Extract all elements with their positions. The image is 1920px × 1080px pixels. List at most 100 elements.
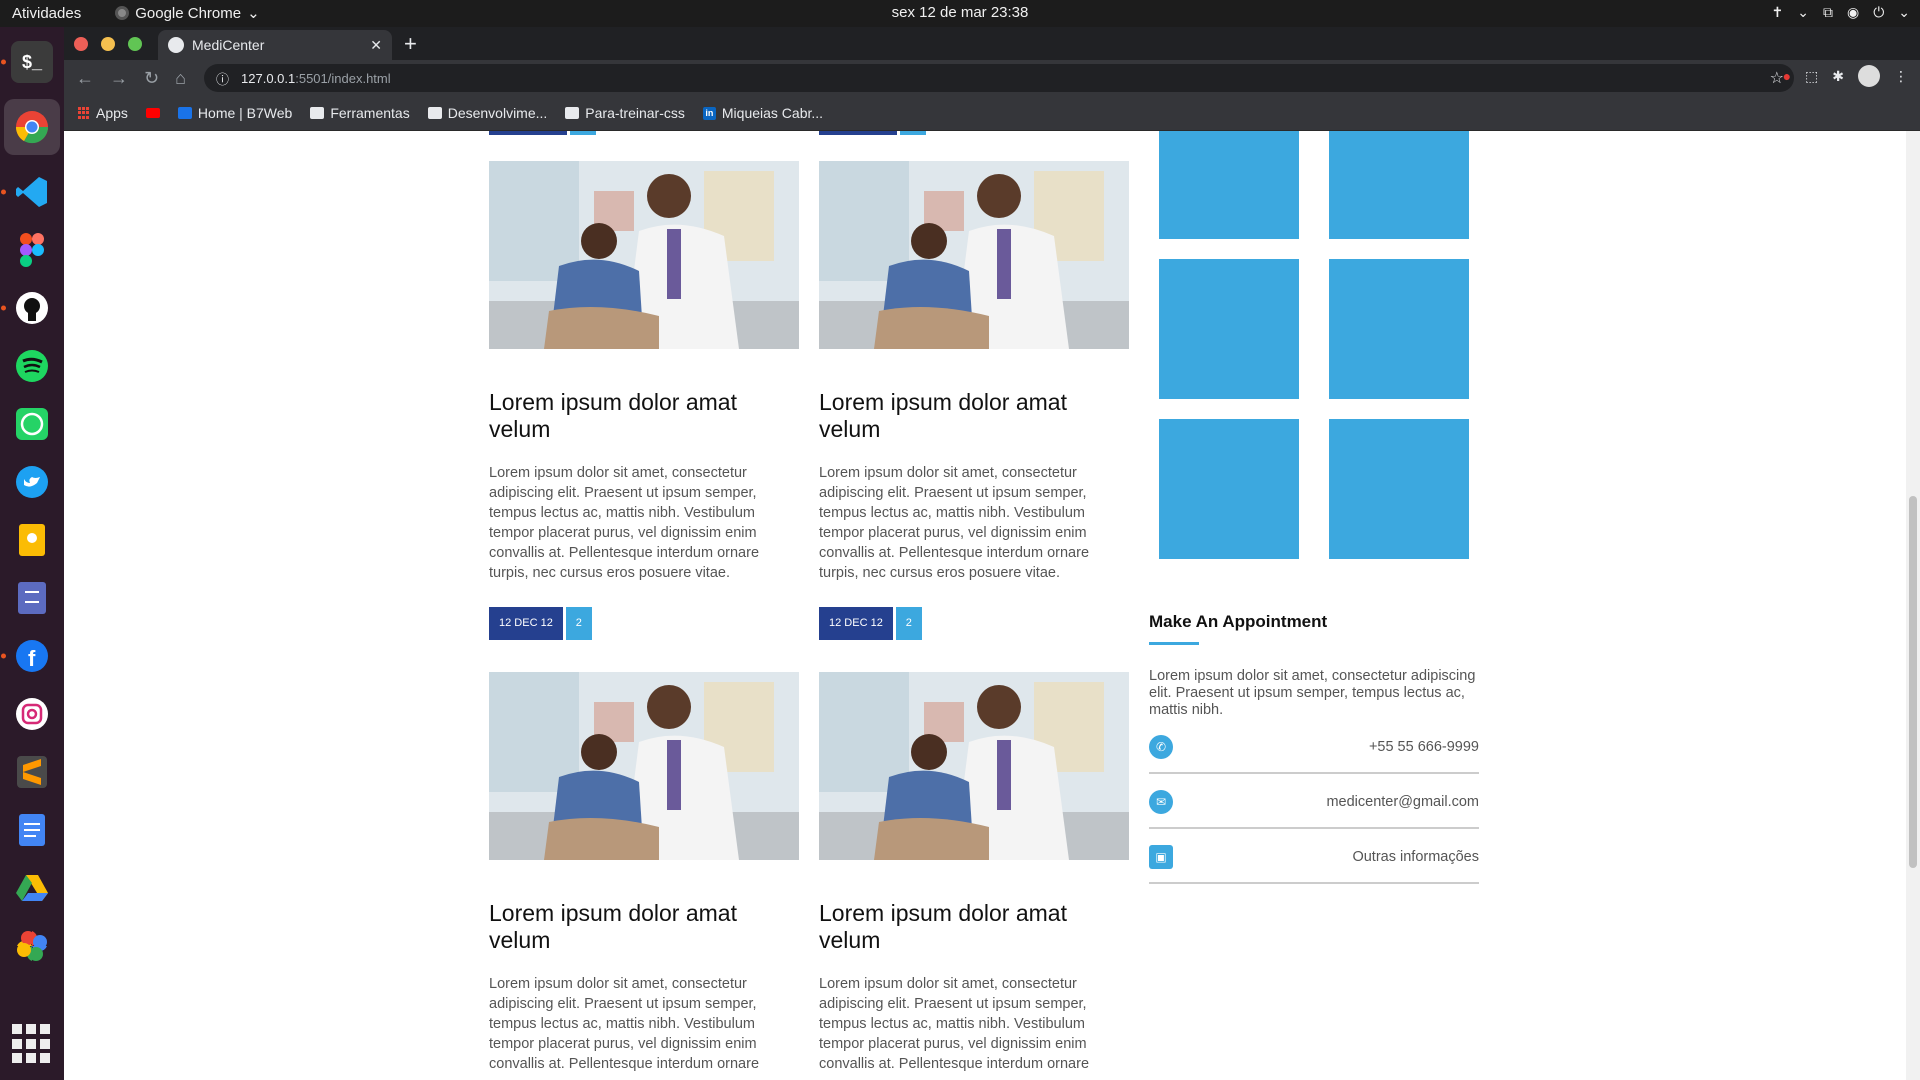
new-tab-button[interactable]: +	[404, 31, 417, 57]
blog-post: Lorem ipsum dolor amat velum Lorem ipsum…	[819, 161, 1129, 641]
extensions-area: ● ⬚ ✱ ⋮	[1783, 65, 1908, 87]
appointment-title: Make An Appointment	[1149, 612, 1328, 631]
spotify-icon[interactable]	[11, 345, 53, 387]
twitter-icon[interactable]	[11, 461, 53, 503]
dock: $_ f	[0, 27, 64, 1080]
drive-icon[interactable]	[11, 867, 53, 909]
figma-icon[interactable]	[11, 229, 53, 271]
bookmark-linkedin[interactable]: in Miqueias Cabr...	[702, 105, 823, 121]
photos-icon[interactable]	[11, 925, 53, 967]
phone-icon: ✆	[1149, 735, 1173, 759]
sublime-icon[interactable]	[11, 751, 53, 793]
comment-count-badge[interactable]: 2	[895, 607, 922, 640]
extension-icon[interactable]: ●	[1783, 68, 1791, 87]
tab-medicenter[interactable]: MediCenter ✕	[158, 30, 392, 60]
home-icon[interactable]: ⌂	[175, 68, 186, 89]
close-window-button[interactable]	[74, 37, 88, 51]
phone-number: +55 55 666-9999	[1368, 739, 1479, 755]
bookmark-desenvolvimento[interactable]: Desenvolvime...	[427, 105, 547, 121]
doctor-patient-photo[interactable]	[819, 161, 1129, 349]
forward-icon[interactable]: →	[110, 68, 128, 89]
show-applications-icon[interactable]	[12, 1024, 52, 1064]
system-tray[interactable]: ✝ ⌄ ⧉ ◉ ⏻ ⌄	[1772, 4, 1911, 21]
doctor-patient-photo[interactable]	[489, 672, 799, 860]
globe-icon	[168, 37, 184, 53]
vscode-icon[interactable]	[1, 171, 53, 213]
page-scrollbar[interactable]	[1906, 131, 1920, 1080]
minimize-window-button[interactable]	[101, 37, 115, 51]
post-title[interactable]: Lorem ipsum dolor amat velum	[489, 900, 799, 954]
volume-icon[interactable]: ◉	[1847, 4, 1859, 21]
close-icon[interactable]: ✕	[370, 37, 382, 54]
maximize-window-button[interactable]	[128, 37, 142, 51]
briefcase-icon: ▣	[1149, 845, 1173, 869]
post-excerpt: Lorem ipsum dolor sit amet, consectetur …	[819, 465, 1090, 581]
browser-toolbar: ← → ↻ ⌂ ⓘ 127.0.0.1 :5501/index.html ☆ ●…	[64, 60, 1920, 96]
contact-other[interactable]: ▣ Outras informações	[1149, 829, 1479, 884]
network-icon[interactable]: ⧉	[1823, 4, 1833, 21]
bookmark-apps[interactable]: Apps	[78, 105, 128, 121]
github-icon[interactable]	[1, 287, 53, 329]
post-title[interactable]: Lorem ipsum dolor amat velum	[819, 900, 1129, 954]
gallery-tile[interactable]	[1329, 259, 1469, 399]
chevron-down-icon[interactable]: ⌄	[1898, 4, 1910, 21]
post-date-badge: 12 DEC 12	[489, 607, 563, 640]
puzzle-icon[interactable]: ✱	[1832, 68, 1844, 87]
b7web-icon	[177, 107, 192, 119]
screenshot-icon[interactable]: ⬚	[1805, 68, 1818, 87]
post-title[interactable]: Lorem ipsum dolor amat velum	[819, 389, 1129, 443]
keep-icon[interactable]	[11, 519, 53, 561]
profile-avatar[interactable]	[1858, 65, 1880, 87]
appointment-widget: Make An Appointment Lorem ipsum dolor si…	[1149, 612, 1479, 884]
gallery-tile[interactable]	[1329, 419, 1469, 559]
whatsapp-icon[interactable]	[11, 403, 53, 445]
file-manager-icon[interactable]	[11, 577, 53, 619]
bookmark-b7web[interactable]: Home | B7Web	[177, 105, 292, 121]
folder-icon	[427, 107, 442, 119]
address-bar[interactable]: ⓘ 127.0.0.1 :5501/index.html ☆	[204, 64, 1794, 92]
power-icon[interactable]: ⏻	[1873, 4, 1884, 21]
post-meta: 12 DEC 12 2	[819, 607, 922, 640]
gallery-tile[interactable]	[1159, 131, 1299, 239]
doctor-patient-photo[interactable]	[819, 672, 1129, 860]
gallery-tile[interactable]	[1159, 419, 1299, 559]
comment-count-badge[interactable]: 2	[565, 607, 592, 640]
bookmark-para-treinar-css[interactable]: Para-treinar-css	[565, 105, 685, 121]
post-excerpt: Lorem ipsum dolor sit amet, consectetur …	[489, 976, 760, 1072]
bookmark-ferramentas[interactable]: Ferramentas	[310, 105, 410, 121]
contact-phone[interactable]: ✆ +55 55 666-9999	[1149, 719, 1479, 774]
blog-post: Lorem ipsum dolor amat velum Lorem ipsum…	[819, 672, 1129, 1080]
instagram-icon[interactable]	[11, 693, 53, 735]
doctor-patient-photo[interactable]	[489, 161, 799, 349]
post-title[interactable]: Lorem ipsum dolor amat velum	[489, 389, 799, 443]
linkedin-icon: in	[702, 106, 716, 120]
post-meta-partial	[489, 131, 596, 135]
back-icon[interactable]: ←	[76, 68, 94, 89]
post-excerpt: Lorem ipsum dolor sit amet, consectetur …	[489, 465, 760, 581]
facebook-icon[interactable]: f	[1, 635, 53, 677]
scrollbar-thumb[interactable]	[1909, 496, 1917, 868]
gallery-tile[interactable]	[1159, 259, 1299, 399]
clock[interactable]: sex 12 de mar 23:38	[0, 4, 1920, 21]
svg-text:f: f	[28, 646, 36, 671]
bookmark-youtube[interactable]	[145, 108, 160, 118]
window-controls	[74, 37, 142, 51]
contact-email[interactable]: ✉ medicenter@gmail.com	[1149, 774, 1479, 829]
docs-icon[interactable]	[11, 809, 53, 851]
chevron-down-icon[interactable]: ⌄	[1797, 4, 1809, 21]
tab-strip: MediCenter ✕ +	[64, 27, 1920, 60]
post-meta: 12 DEC 12 2	[489, 607, 592, 640]
info-icon[interactable]: ⓘ	[216, 69, 229, 88]
tab-title: MediCenter	[192, 37, 265, 53]
gallery-tile[interactable]	[1329, 131, 1469, 239]
menu-dots-icon[interactable]: ⋮	[1894, 68, 1908, 87]
title-underline	[1149, 642, 1199, 645]
chrome-dock-icon[interactable]	[4, 99, 60, 155]
post-meta-partial	[819, 131, 926, 135]
browser-window: MediCenter ✕ + ← → ↻ ⌂ ⓘ 127.0.0.1 :5501…	[64, 27, 1920, 1080]
page-viewport: Lorem ipsum dolor amat velum Lorem ipsum…	[64, 131, 1920, 1080]
accessibility-icon[interactable]: ✝	[1772, 4, 1784, 21]
reload-icon[interactable]: ↻	[144, 68, 159, 89]
appointment-text: Lorem ipsum dolor sit amet, consectetur …	[1149, 668, 1476, 718]
terminal-icon[interactable]: $_	[1, 41, 53, 83]
